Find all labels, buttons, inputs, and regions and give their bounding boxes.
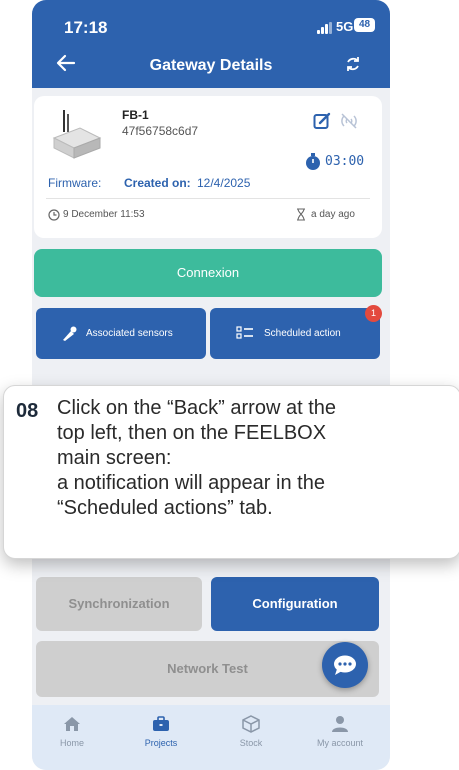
tab-associated-sensors[interactable]: Associated sensors [36, 308, 206, 359]
instruction-line: Click on the “Back” arrow at the [57, 397, 336, 419]
checklist-icon [236, 326, 253, 339]
nav-item-my-account[interactable]: My account [300, 705, 380, 770]
device-id: 47f56758c6d7 [122, 124, 199, 138]
hourglass-icon [297, 208, 305, 221]
chat-button[interactable] [322, 642, 368, 688]
home-icon [64, 717, 80, 731]
nav-label: Projects [144, 738, 178, 748]
battery-indicator: 48 [354, 18, 375, 32]
status-time: 17:18 [64, 18, 108, 37]
briefcase-icon [153, 716, 169, 731]
firmware-label: Firmware: [48, 176, 102, 190]
last-seen-date: 9 December 11:53 [63, 209, 145, 220]
stopwatch-icon [306, 153, 320, 170]
synchronization-button[interactable]: Synchronization [36, 577, 202, 631]
sync-icon[interactable] [344, 55, 362, 73]
device-name: FB-1 [122, 108, 149, 122]
tab-associated-sensors-label: Associated sensors [86, 328, 173, 339]
box-icon [242, 715, 260, 733]
network-type: 5G [336, 19, 354, 34]
user-icon [332, 716, 348, 732]
device-card: FB-1 47f56758c6d7 03:00 Firmware: Create… [34, 96, 382, 238]
sensor-icon [63, 326, 77, 341]
connexion-button[interactable]: Connexion [34, 249, 382, 297]
timer-value: 03:00 [325, 154, 365, 169]
configuration-button[interactable]: Configuration [211, 577, 379, 631]
instruction-text: Click on the “Back” arrow at the top lef… [57, 396, 453, 521]
nav-item-projects[interactable]: Projects [121, 705, 201, 770]
nav-label: Stock [239, 738, 263, 748]
app-header: 17:18 5G 48 Gateway Details [32, 0, 390, 88]
instruction-line: main screen: [57, 447, 172, 469]
chat-bubble-icon [334, 655, 356, 675]
created-label: Created on: [124, 176, 191, 190]
nav-label: Home [59, 738, 84, 748]
edit-icon[interactable] [313, 112, 331, 130]
instruction-line: “Scheduled actions” tab. [57, 497, 273, 519]
age-text: a day ago [311, 209, 355, 220]
tab-scheduled-action[interactable]: Scheduled action [210, 308, 380, 359]
instruction-line: top left, then on the FEELBOX [57, 422, 327, 444]
no-signal-icon [341, 113, 357, 129]
nav-item-stock[interactable]: Stock [211, 705, 291, 770]
signal-icon [317, 22, 333, 34]
card-divider [46, 198, 370, 199]
page-title: Gateway Details [149, 57, 273, 74]
step-number: 08 [16, 400, 39, 422]
gateway-device-image [52, 110, 102, 159]
bottom-navigation: Home Projects Stock My account [32, 705, 390, 770]
tab-scheduled-action-label: Scheduled action [264, 328, 341, 339]
nav-label: My account [316, 738, 364, 748]
notification-badge: 1 [365, 305, 382, 322]
instruction-callout: 08 Click on the “Back” arrow at the top … [3, 385, 459, 559]
nav-item-home[interactable]: Home [32, 705, 112, 770]
created-value: 12/4/2025 [197, 176, 251, 190]
instruction-line: a notification will appear in the [57, 472, 325, 494]
clock-icon [48, 209, 60, 221]
